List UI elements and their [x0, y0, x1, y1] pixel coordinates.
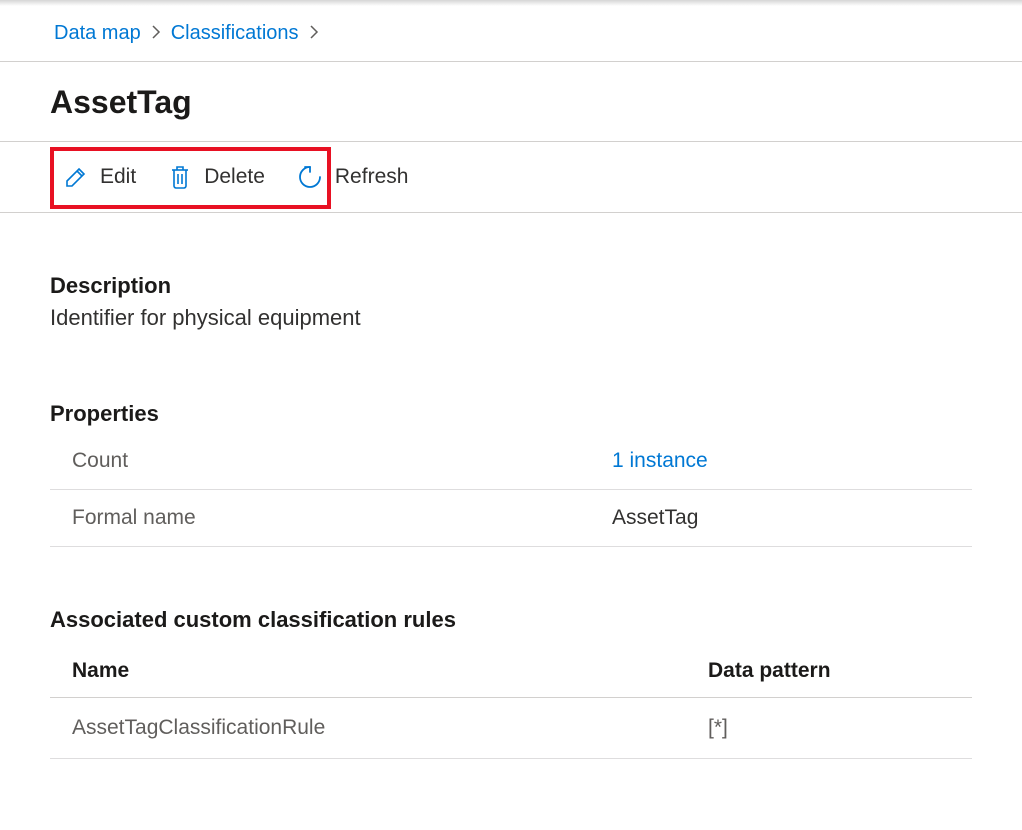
properties-heading: Properties: [50, 401, 972, 427]
properties-section: Properties Count 1 instance Formal name …: [50, 401, 972, 547]
delete-icon: [168, 164, 192, 190]
property-label-formalname: Formal name: [72, 506, 612, 530]
refresh-button[interactable]: Refresh: [283, 154, 427, 200]
property-value-formalname: AssetTag: [612, 506, 698, 530]
property-row: Formal name AssetTag: [50, 490, 972, 547]
rules-heading: Associated custom classification rules: [50, 607, 972, 633]
edit-label: Edit: [100, 165, 136, 189]
property-label-count: Count: [72, 449, 612, 473]
delete-label: Delete: [204, 165, 265, 189]
column-header-name[interactable]: Name: [72, 659, 708, 683]
rule-name-cell: AssetTagClassificationRule: [72, 716, 708, 740]
table-header: Name Data pattern: [50, 647, 972, 698]
breadcrumb-link-classifications[interactable]: Classifications: [171, 22, 299, 45]
page-title: AssetTag: [0, 62, 1022, 141]
description-section: Description Identifier for physical equi…: [50, 273, 972, 331]
toolbar: Edit Delete Refresh: [0, 141, 1022, 213]
property-row: Count 1 instance: [50, 433, 972, 490]
description-text: Identifier for physical equipment: [50, 305, 972, 331]
delete-button[interactable]: Delete: [154, 154, 283, 200]
rule-pattern-cell: [*]: [708, 716, 728, 740]
column-header-pattern[interactable]: Data pattern: [708, 659, 831, 683]
chevron-right-icon: [151, 25, 161, 42]
chevron-right-icon: [309, 25, 319, 42]
refresh-label: Refresh: [335, 165, 409, 189]
property-value-count[interactable]: 1 instance: [612, 449, 708, 473]
edit-button[interactable]: Edit: [50, 155, 154, 199]
breadcrumb-link-datamap[interactable]: Data map: [54, 22, 141, 45]
breadcrumb: Data map Classifications: [0, 6, 1022, 61]
rules-section: Associated custom classification rules N…: [50, 607, 972, 759]
edit-icon: [64, 165, 88, 189]
table-row: AssetTagClassificationRule [*]: [50, 698, 972, 759]
refresh-icon: [297, 164, 323, 190]
description-heading: Description: [50, 273, 972, 299]
